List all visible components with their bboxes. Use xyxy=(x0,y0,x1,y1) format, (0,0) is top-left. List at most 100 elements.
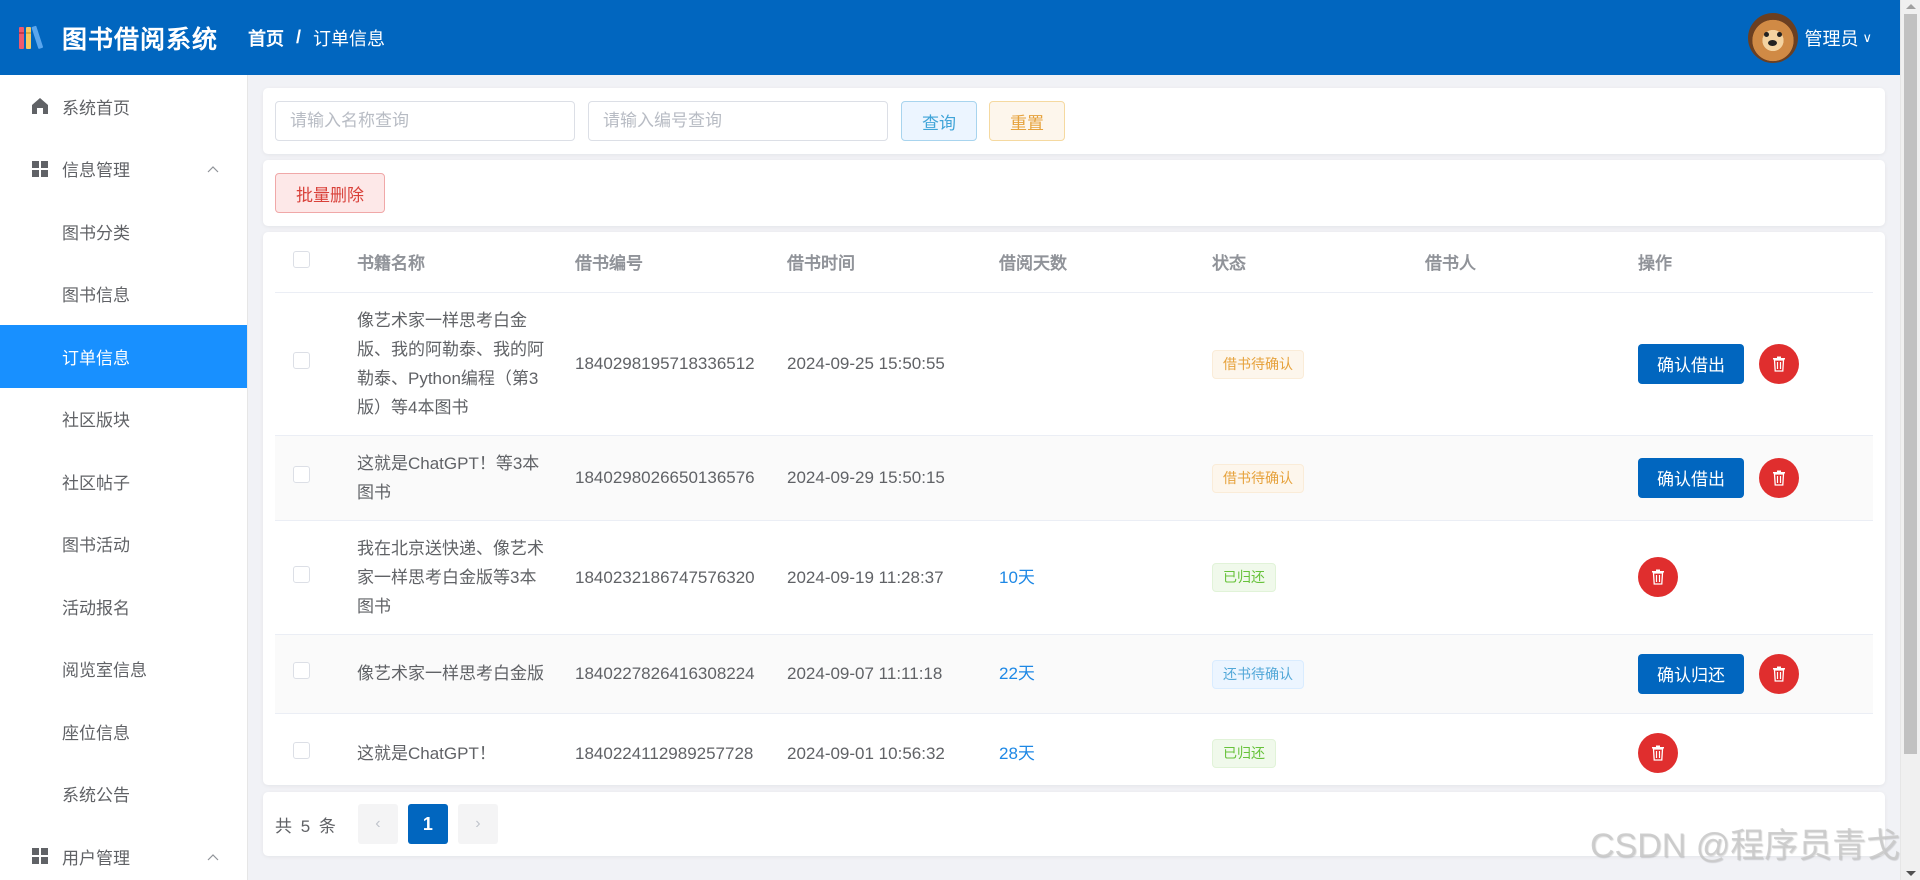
trash-icon xyxy=(1773,356,1785,372)
select-all-cell xyxy=(275,232,357,293)
sidebar-item-seat-info[interactable]: 座位信息 xyxy=(0,700,247,763)
query-button[interactable]: 查询 xyxy=(901,101,977,141)
trash-icon xyxy=(1773,470,1785,486)
sidebar-item-label: 活动报名 xyxy=(62,598,130,618)
user-menu[interactable]: 管理员 ∨ xyxy=(1748,12,1872,63)
delete-row-button[interactable] xyxy=(1638,557,1678,597)
row-checkbox[interactable] xyxy=(293,662,310,679)
select-all-checkbox[interactable] xyxy=(293,250,310,268)
next-page-button[interactable]: › xyxy=(457,804,498,844)
borrower-cell xyxy=(1425,520,1638,635)
column-header: 状态 xyxy=(1212,232,1425,293)
borrower-cell xyxy=(1425,713,1638,794)
breadcrumb-home[interactable]: 首页 xyxy=(248,25,284,51)
scroll-down-arrow-icon[interactable] xyxy=(1906,871,1916,876)
sidebar-item-book-info[interactable]: 图书信息 xyxy=(0,263,247,326)
trash-icon xyxy=(1652,569,1664,585)
grid-icon xyxy=(30,159,50,179)
confirm-action-button[interactable]: 确认归还 xyxy=(1638,653,1744,694)
scrollbar-thumb[interactable] xyxy=(1904,14,1917,754)
row-actions xyxy=(1638,557,1873,597)
book-name-cell: 像艺术家一样思考白金版 xyxy=(357,634,575,714)
table-row: 像艺术家一样思考白金版、我的阿勒泰、我的阿勒泰、Python编程（第3版）等4本… xyxy=(275,292,1873,436)
batch-delete-button[interactable]: 批量删除 xyxy=(275,173,385,213)
row-checkbox[interactable] xyxy=(293,565,310,583)
row-checkbox[interactable] xyxy=(293,466,310,483)
borrow-number-cell: 1840298195718336512 xyxy=(575,292,787,436)
row-checkbox[interactable] xyxy=(293,352,310,369)
sidebar-item-label: 社区版块 xyxy=(62,411,130,431)
delete-row-button[interactable] xyxy=(1759,457,1799,498)
sidebar-item-label: 系统公告 xyxy=(62,786,130,806)
username[interactable]: 管理员 xyxy=(1804,25,1858,51)
delete-row-button[interactable] xyxy=(1638,733,1678,773)
sidebar: 系统首页 信息管理 图书分类 图书信息 订单信息 社区版块 社区帖子 图书活动 … xyxy=(0,75,248,880)
breadcrumb: 首页 / 订单信息 xyxy=(248,25,385,51)
actions-cell: 确认借出 xyxy=(1638,435,1873,521)
sidebar-item-book-activity[interactable]: 图书活动 xyxy=(0,513,247,576)
table-row: 我在北京送快递、像艺术家一样思考白金版等3本图书 1840232186747576… xyxy=(275,520,1873,635)
sidebar-item-announcement[interactable]: 系统公告 xyxy=(0,763,247,826)
borrow-days-cell xyxy=(999,435,1212,521)
trash-icon xyxy=(1652,745,1664,761)
column-header: 操作 xyxy=(1638,232,1873,293)
borrow-number-cell: 1840232186747576320 xyxy=(575,520,787,635)
delete-row-button[interactable] xyxy=(1759,343,1799,384)
row-actions: 确认借出 xyxy=(1638,457,1873,498)
sidebar-item-label: 座位信息 xyxy=(62,723,130,743)
book-name-cell: 这就是ChatGPT！等3本图书 xyxy=(357,435,575,521)
page-scrollbar[interactable] xyxy=(1900,0,1920,880)
borrow-days-cell: 22天 xyxy=(999,634,1212,714)
confirm-action-button[interactable]: 确认借出 xyxy=(1638,457,1744,498)
sidebar-item-label: 信息管理 xyxy=(62,161,130,181)
column-header: 借书时间 xyxy=(787,232,999,293)
column-header: 借书人 xyxy=(1425,232,1638,293)
borrow-time-cell: 2024-09-25 15:50:55 xyxy=(787,292,999,436)
sidebar-item-reading-room[interactable]: 阅览室信息 xyxy=(0,638,247,701)
breadcrumb-current: 订单信息 xyxy=(313,28,386,49)
actions-cell: 确认归还 xyxy=(1638,634,1873,714)
logo: 图书借阅系统 xyxy=(0,20,248,56)
row-actions: 确认借出 xyxy=(1638,343,1873,384)
sidebar-item-home[interactable]: 系统首页 xyxy=(0,75,247,138)
borrow-number-cell: 1840224112989257728 xyxy=(575,713,787,794)
confirm-action-button[interactable]: 确认借出 xyxy=(1638,343,1744,384)
prev-page-button[interactable]: ‹ xyxy=(357,804,398,844)
sidebar-item-user-management[interactable]: 用户管理 xyxy=(0,825,247,880)
sidebar-item-book-category[interactable]: 图书分类 xyxy=(0,200,247,263)
sidebar-item-activity-signup[interactable]: 活动报名 xyxy=(0,575,247,638)
status-badge: 借书待确认 xyxy=(1212,463,1304,493)
breadcrumb-separator: / xyxy=(296,27,302,47)
delete-row-button[interactable] xyxy=(1759,653,1799,694)
row-select-cell xyxy=(275,292,357,436)
sidebar-item-community-posts[interactable]: 社区帖子 xyxy=(0,450,247,513)
sidebar-item-info-management[interactable]: 信息管理 xyxy=(0,138,247,201)
search-bar: 查询 重置 xyxy=(263,88,1885,154)
borrow-time-cell: 2024-09-19 11:28:37 xyxy=(787,520,999,635)
actions-cell xyxy=(1638,520,1873,635)
sidebar-item-label: 图书活动 xyxy=(62,536,130,556)
reset-button[interactable]: 重置 xyxy=(989,101,1065,141)
number-search-input[interactable] xyxy=(588,101,888,141)
avatar[interactable] xyxy=(1748,12,1799,63)
sidebar-item-order-info[interactable]: 订单信息 xyxy=(0,325,247,388)
app-title: 图书借阅系统 xyxy=(62,25,219,54)
page-number-button[interactable]: 1 xyxy=(407,804,448,844)
borrower-cell xyxy=(1425,292,1638,436)
table-row: 这就是ChatGPT！ 1840224112989257728 2024-09-01… xyxy=(275,713,1873,794)
row-select-cell xyxy=(275,435,357,521)
total-count: 共 5 条 xyxy=(275,816,338,836)
books-icon xyxy=(19,25,43,49)
actions-cell: 确认借出 xyxy=(1638,292,1873,436)
borrow-time-cell: 2024-09-07 11:11:18 xyxy=(787,634,999,714)
row-checkbox[interactable] xyxy=(293,741,310,759)
scroll-up-arrow-icon[interactable] xyxy=(1906,4,1916,9)
status-badge: 已归还 xyxy=(1212,739,1276,768)
sidebar-item-community-section[interactable]: 社区版块 xyxy=(0,388,247,451)
book-name-cell: 像艺术家一样思考白金版、我的阿勒泰、我的阿勒泰、Python编程（第3版）等4本… xyxy=(357,292,575,436)
chevron-down-icon[interactable]: ∨ xyxy=(1862,30,1872,46)
name-search-input[interactable] xyxy=(275,101,575,141)
chevron-up-icon xyxy=(207,161,219,176)
top-header: 图书借阅系统 首页 / 订单信息 管理员 ∨ xyxy=(0,0,1900,75)
borrow-days-cell: 28天 xyxy=(999,713,1212,794)
